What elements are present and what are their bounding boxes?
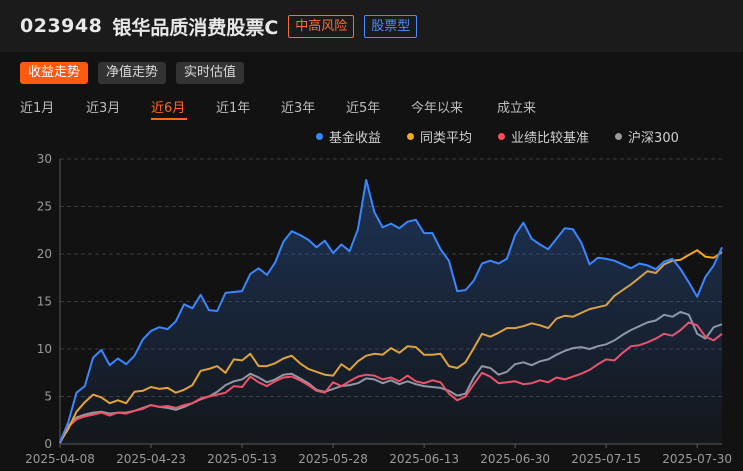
tab-nav-trend[interactable]: 净值走势 [98,62,167,84]
period-ytd[interactable]: 今年以来 [411,97,497,120]
period-since-inception[interactable]: 成立来 [497,97,536,120]
x-tick-label: 2025-05-13 [207,452,277,466]
y-tick-label: 25 [37,200,52,214]
x-tick-label: 2025-07-15 [571,452,641,466]
fund-name: 银华品质消费股票C [112,16,279,39]
return-chart[interactable]: 0 5 10 15 20 25 30 2025-04-08 2025-04-23 2025-05-… [0,148,743,471]
legend-item-peer-average[interactable]: 同类平均 [407,127,472,146]
legend-dot [407,133,415,140]
legend-label: 业绩比较基准 [511,131,590,146]
y-tick-label: 5 [44,390,52,404]
legend-label: 同类平均 [420,131,473,146]
x-tick-label: 2025-05-28 [298,452,368,466]
legend-label: 沪深300 [628,131,679,146]
period-3y[interactable]: 近3年 [281,97,346,120]
fund-type-tag[interactable]: 股票型 [364,14,418,38]
view-tabs: 收益走势 净值走势 实时估值 [20,62,245,84]
chart-legend: 基金收益 同类平均 业绩比较基准 沪深300 [316,127,705,146]
legend-item-fund-return[interactable]: 基金收益 [316,127,381,146]
legend-dot [316,133,323,140]
series-area [60,179,722,444]
y-tick-label: 15 [37,295,52,309]
y-tick-label: 10 [37,342,52,356]
x-tick-label: 2025-04-23 [116,452,186,466]
tab-return-trend[interactable]: 收益走势 [20,62,89,84]
x-tick-label: 2025-06-30 [480,452,550,466]
legend-label: 基金收益 [329,131,382,146]
x-tick-label: 2025-07-30 [662,452,732,466]
period-selector: 近1月 近3月 近6月 近1年 近3年 近5年 今年以来 成立来 [20,97,536,120]
period-5y[interactable]: 近5年 [346,97,411,120]
y-tick-label: 0 [44,437,52,451]
x-tick-label: 2025-06-13 [389,452,459,466]
legend-item-benchmark[interactable]: 业绩比较基准 [498,127,589,146]
fund-code: 023948 [20,15,103,37]
x-tick-label: 2025-04-08 [25,452,95,466]
legend-item-csi300[interactable]: 沪深300 [615,127,679,146]
y-tick-label: 30 [37,152,52,166]
legend-dot [615,133,623,140]
legend-dot [498,133,506,140]
risk-level-tag[interactable]: 中高风险 [288,14,355,38]
period-3m[interactable]: 近3月 [86,97,151,120]
tab-realtime-estimate[interactable]: 实时估值 [176,62,245,84]
period-1y[interactable]: 近1年 [216,97,281,120]
period-1m[interactable]: 近1月 [20,97,86,120]
y-tick-label: 20 [37,247,52,261]
fund-header: 023948 银华品质消费股票C 中高风险 股票型 [0,0,743,52]
period-6m[interactable]: 近6月 [151,97,187,120]
